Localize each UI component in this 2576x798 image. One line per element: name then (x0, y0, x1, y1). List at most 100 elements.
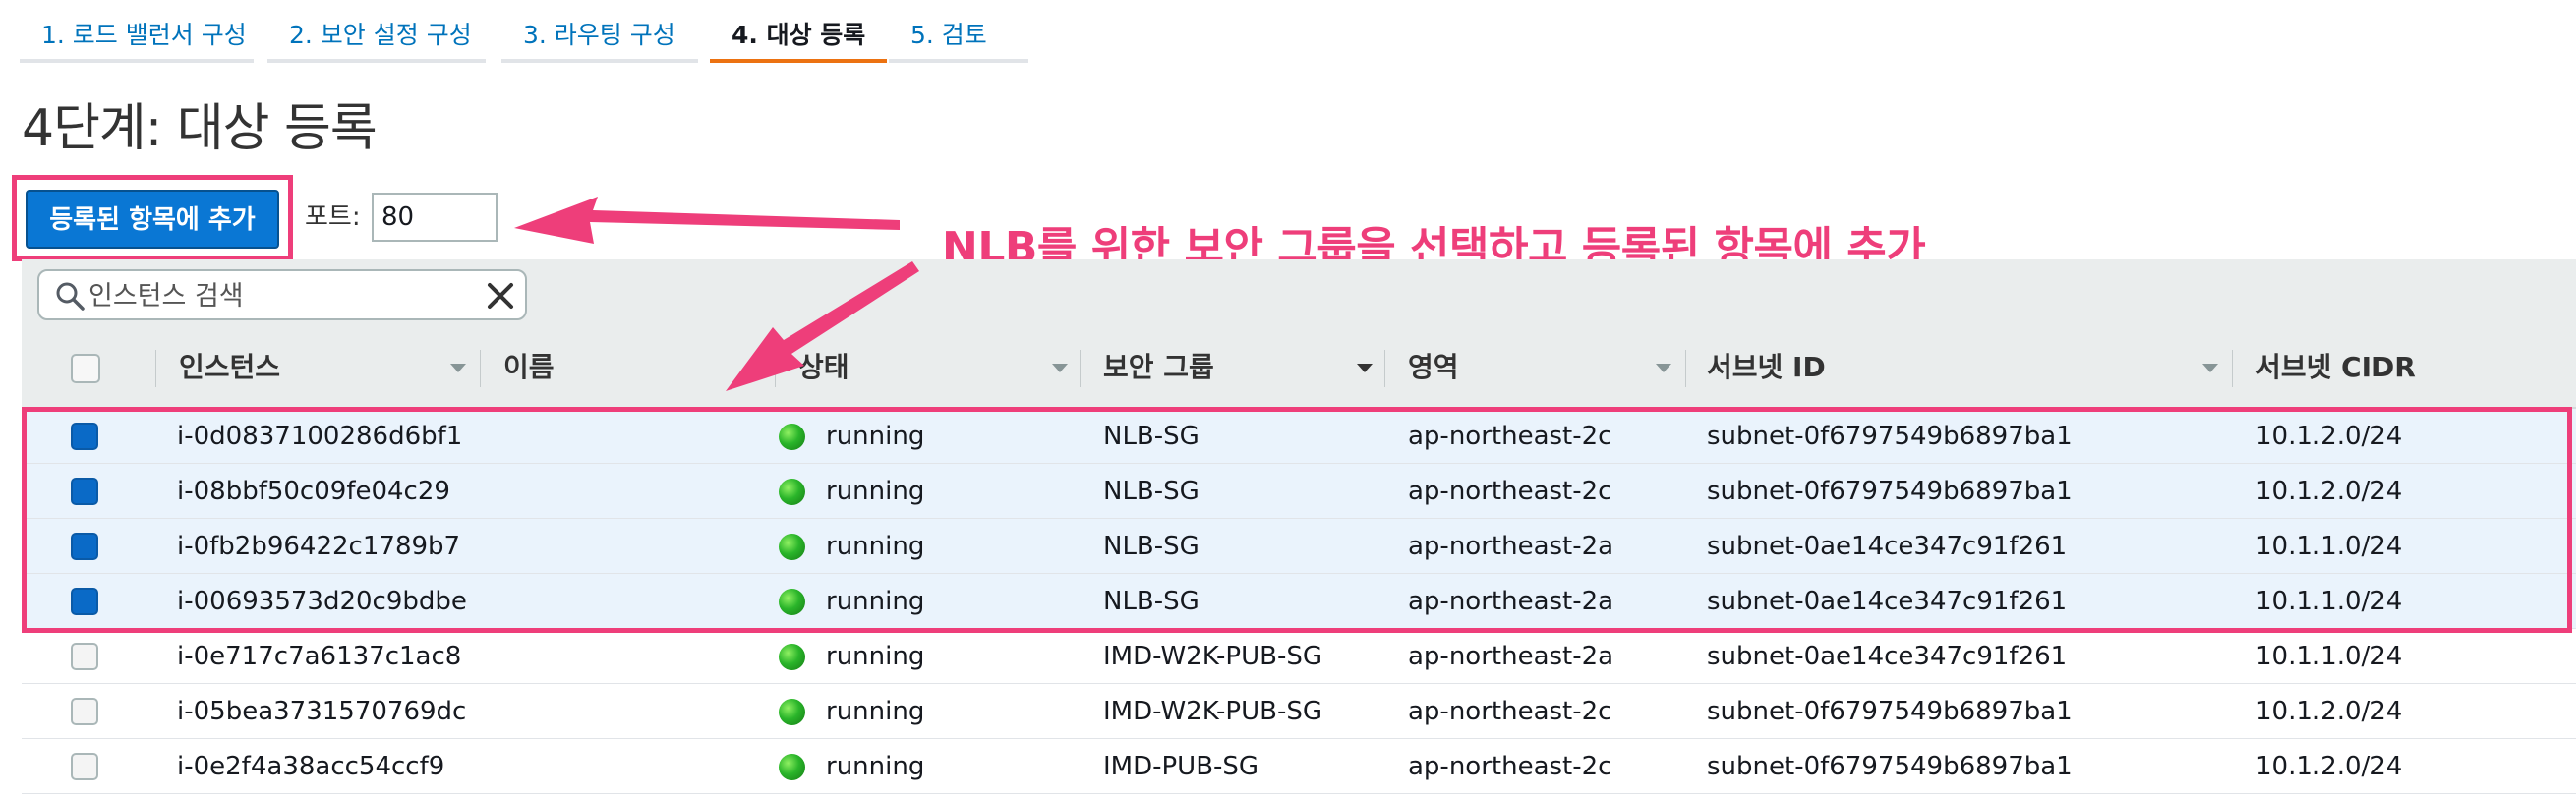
select-all-checkbox[interactable] (71, 354, 100, 383)
cell-state: running (826, 532, 925, 561)
status-running-icon (779, 754, 805, 780)
cell-state: running (826, 422, 925, 451)
sort-caret-icon (1656, 364, 1671, 372)
cell-instance: i-0e2f4a38acc54ccf9 (177, 752, 445, 781)
row-checkbox[interactable] (71, 423, 98, 450)
cell-security-group: IMD-W2K-PUB-SG (1103, 642, 1322, 671)
table-row[interactable]: i-00693573d20c9bdbe running NLB-SG ap-north… (22, 574, 2576, 629)
column-header-subnet-cidr[interactable]: 서브넷 CIDR (2232, 328, 2576, 407)
cell-subnet-id: subnet-0ae14ce347c91f261 (1707, 587, 2068, 616)
column-header-subnet-id[interactable]: 서브넷 ID (1685, 328, 2232, 407)
cell-subnet-id: subnet-0ae14ce347c91f261 (1707, 532, 2068, 561)
port-input[interactable] (372, 193, 498, 242)
row-checkbox[interactable] (71, 533, 98, 560)
cell-cidr: 10.1.2.0/24 (2255, 697, 2403, 726)
status-running-icon (779, 534, 805, 560)
cell-cidr: 10.1.1.0/24 (2255, 532, 2403, 561)
cell-instance: i-0e717c7a6137c1ac8 (177, 642, 462, 671)
cell-subnet-id: subnet-0ae14ce347c91f261 (1707, 642, 2068, 671)
cell-zone: ap-northeast-2a (1408, 642, 1614, 671)
search-icon (56, 282, 85, 311)
row-checkbox[interactable] (71, 478, 98, 505)
table-row[interactable]: i-08bbf50c09fe04c29 running NLB-SG ap-north… (22, 464, 2576, 519)
cell-zone: ap-northeast-2c (1408, 422, 1612, 451)
cell-subnet-id: subnet-0f6797549b6897ba1 (1707, 422, 2073, 451)
column-header-zone[interactable]: 영역 (1384, 328, 1685, 407)
cell-zone: ap-northeast-2a (1408, 587, 1614, 616)
sort-caret-icon (1357, 364, 1373, 372)
close-icon[interactable] (486, 281, 515, 311)
cell-state: running (826, 697, 925, 726)
table-row[interactable]: i-05bea3731570769dc running IMD-W2K-PUB-SG… (22, 684, 2576, 739)
cell-zone: ap-northeast-2c (1408, 477, 1612, 506)
column-header-instance[interactable]: 인스턴스 (155, 328, 480, 407)
row-checkbox[interactable] (71, 753, 98, 780)
cell-security-group: NLB-SG (1103, 422, 1200, 451)
column-label: 서브넷 ID (1707, 351, 1826, 383)
search-input[interactable] (87, 271, 464, 320)
status-running-icon (779, 699, 805, 725)
status-running-icon (779, 644, 805, 670)
cell-zone: ap-northeast-2c (1408, 752, 1612, 781)
table-row[interactable]: i-0e717c7a6137c1ac8 running IMD-W2K-PUB-SG… (22, 629, 2576, 684)
cell-cidr: 10.1.2.0/24 (2255, 752, 2403, 781)
cell-security-group: NLB-SG (1103, 532, 1200, 561)
column-label: 보안 그룹 (1103, 351, 1214, 383)
cell-state: running (826, 587, 925, 616)
sort-caret-icon (1052, 364, 1068, 372)
tab-configure-routing[interactable]: 3. 라우팅 구성 (501, 0, 698, 63)
cell-cidr: 10.1.1.0/24 (2255, 642, 2403, 671)
instances-table: 인스턴스 이름 상태 보안 그룹 영역 서브넷 ID 서브넷 CIDR i-0d… (22, 259, 2576, 798)
cell-zone: ap-northeast-2c (1408, 697, 1612, 726)
cell-instance: i-05bea3731570769dc (177, 697, 467, 726)
tab-configure-load-balancer[interactable]: 1. 로드 밸런서 구성 (20, 0, 254, 63)
column-label: 영역 (1408, 351, 1459, 383)
cell-cidr: 10.1.1.0/24 (2255, 587, 2403, 616)
cell-state: running (826, 477, 925, 506)
column-label: 상태 (798, 351, 849, 383)
cell-instance: i-0fb2b96422c1789b7 (177, 532, 461, 561)
column-label: 이름 (503, 351, 555, 383)
cell-subnet-id: subnet-0f6797549b6897ba1 (1707, 752, 2073, 781)
table-row[interactable]: i-0d0837100286d6bf1 running NLB-SG ap-north… (22, 409, 2576, 464)
table-header: 인스턴스 이름 상태 보안 그룹 영역 서브넷 ID 서브넷 CIDR (22, 328, 2576, 409)
sort-caret-icon (2202, 364, 2218, 372)
table-row[interactable]: i-0e2f4a38acc54ccf9 running IMD-PUB-SG ap-n… (22, 739, 2576, 794)
column-label: 서브넷 CIDR (2255, 351, 2416, 383)
status-running-icon (779, 479, 805, 505)
tab-review[interactable]: 5. 검토 (889, 0, 1028, 63)
row-checkbox[interactable] (71, 643, 98, 670)
cell-instance: i-0d0837100286d6bf1 (177, 422, 463, 451)
column-header-security-group[interactable]: 보안 그룹 (1080, 328, 1384, 407)
tab-configure-security-settings[interactable]: 2. 보안 설정 구성 (267, 0, 486, 63)
add-to-registered-button[interactable]: 등록된 항목에 추가 (26, 190, 279, 249)
row-checkbox[interactable] (71, 588, 98, 615)
cell-subnet-id: subnet-0f6797549b6897ba1 (1707, 697, 2073, 726)
cell-zone: ap-northeast-2a (1408, 532, 1614, 561)
table-body: i-0d0837100286d6bf1 running NLB-SG ap-north… (22, 409, 2576, 794)
port-label: 포트: (305, 202, 361, 232)
sort-caret-icon (450, 364, 466, 372)
add-button-highlight: 등록된 항목에 추가 (12, 175, 293, 261)
row-checkbox[interactable] (71, 698, 98, 725)
cell-state: running (826, 642, 925, 671)
tab-register-targets[interactable]: 4. 대상 등록 (710, 0, 887, 63)
cell-instance: i-08bbf50c09fe04c29 (177, 477, 450, 506)
column-header-state[interactable]: 상태 (775, 328, 1080, 407)
status-running-icon (779, 589, 805, 615)
cell-security-group: NLB-SG (1103, 477, 1200, 506)
column-header-name[interactable]: 이름 (480, 328, 775, 407)
cell-instance: i-00693573d20c9bdbe (177, 587, 467, 616)
cell-security-group: NLB-SG (1103, 587, 1200, 616)
cell-security-group: IMD-PUB-SG (1103, 752, 1259, 781)
search-box[interactable] (37, 269, 527, 320)
table-toolbar (22, 259, 2576, 328)
arrow-to-add-button-icon (514, 197, 900, 244)
status-running-icon (779, 424, 805, 450)
cell-subnet-id: subnet-0f6797549b6897ba1 (1707, 477, 2073, 506)
table-row[interactable]: i-0fb2b96422c1789b7 running NLB-SG ap-north… (22, 519, 2576, 574)
cell-security-group: IMD-W2K-PUB-SG (1103, 697, 1322, 726)
cell-cidr: 10.1.2.0/24 (2255, 422, 2403, 451)
column-label: 인스턴스 (179, 351, 281, 383)
cell-cidr: 10.1.2.0/24 (2255, 477, 2403, 506)
